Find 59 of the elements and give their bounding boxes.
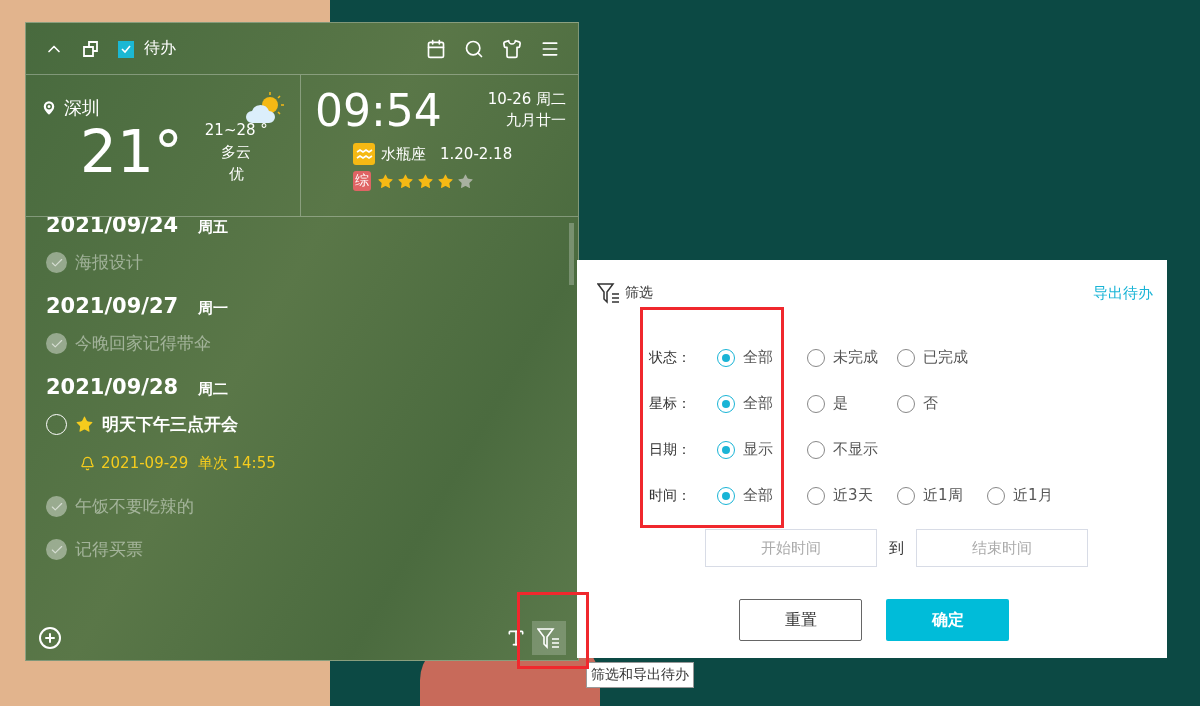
weather-condition: 多云	[221, 142, 252, 163]
calendar-icon[interactable]	[426, 38, 446, 59]
radio-option[interactable]: 不显示	[807, 440, 879, 459]
todo-checkbox[interactable]	[46, 539, 67, 560]
todo-checkbox[interactable]	[46, 496, 67, 517]
radio-option[interactable]: 全部	[717, 394, 789, 413]
radio-option[interactable]: 近1月	[987, 486, 1059, 505]
radio-option[interactable]: 显示	[717, 440, 789, 459]
filter-label: 日期：	[649, 440, 692, 459]
overall-badge: 综	[353, 171, 371, 191]
widget-title: 待办	[144, 38, 176, 59]
weekday-label: 周二	[198, 380, 229, 399]
radio-option[interactable]: 近1周	[897, 486, 969, 505]
end-time-field[interactable]: 结束时间	[916, 529, 1088, 567]
todo-text[interactable]: 明天下午三点开会	[102, 413, 238, 436]
air-quality: 优	[228, 164, 244, 185]
weekday-label: 周五	[198, 218, 229, 237]
todo-checkbox[interactable]	[46, 333, 67, 354]
lunar-date: 九月廿一	[506, 110, 566, 131]
date-text: 10-26 周二	[487, 89, 566, 110]
radio-option[interactable]: 已完成	[897, 348, 969, 367]
date-heading: 2021/09/28	[46, 375, 179, 399]
start-time-field[interactable]: 开始时间	[705, 529, 877, 567]
range-separator: 到	[889, 538, 904, 558]
checklist-icon	[118, 39, 134, 58]
partly-cloudy-icon	[244, 91, 286, 125]
filter-label: 星标：	[649, 394, 692, 413]
aquarius-icon	[353, 143, 375, 165]
shirt-icon[interactable]	[502, 38, 522, 59]
filter-label: 状态：	[649, 348, 692, 367]
date-heading: 2021/09/27	[46, 294, 179, 318]
radio-option[interactable]: 否	[897, 394, 969, 413]
location-pin-icon	[40, 99, 58, 117]
bell-icon	[80, 456, 95, 471]
radio-option[interactable]: 全部	[717, 348, 789, 367]
radio-option[interactable]: 未完成	[807, 348, 879, 367]
filter-button[interactable]	[532, 621, 566, 655]
radio-option[interactable]: 是	[807, 394, 879, 413]
radio-option[interactable]: 全部	[717, 486, 789, 505]
todo-checkbox[interactable]	[46, 252, 67, 273]
reminder-text: 2021-09-29 单次 14:55	[101, 454, 276, 473]
date-heading: 2021/09/24	[46, 217, 179, 237]
current-temperature: 21°	[80, 123, 183, 181]
search-icon[interactable]	[464, 38, 484, 59]
temperature-range: 21~28 °	[204, 120, 268, 141]
window-icon[interactable]	[82, 39, 100, 58]
clock-time: 09:54	[315, 89, 442, 133]
weekday-label: 周一	[198, 299, 229, 318]
panel-title: 筛选	[625, 284, 653, 302]
city-name: 深圳	[64, 96, 100, 120]
zodiac-dates: 1.20-2.18	[440, 145, 513, 163]
text-size-icon[interactable]	[506, 628, 526, 648]
tooltip: 筛选和导出待办	[586, 662, 694, 688]
add-icon[interactable]	[38, 626, 62, 650]
radio-option[interactable]: 近3天	[807, 486, 879, 505]
zodiac-name: 水瓶座	[381, 144, 426, 164]
filter-label: 时间：	[649, 486, 692, 505]
reset-button[interactable]: 重置	[739, 599, 862, 641]
filter-icon	[597, 282, 621, 304]
